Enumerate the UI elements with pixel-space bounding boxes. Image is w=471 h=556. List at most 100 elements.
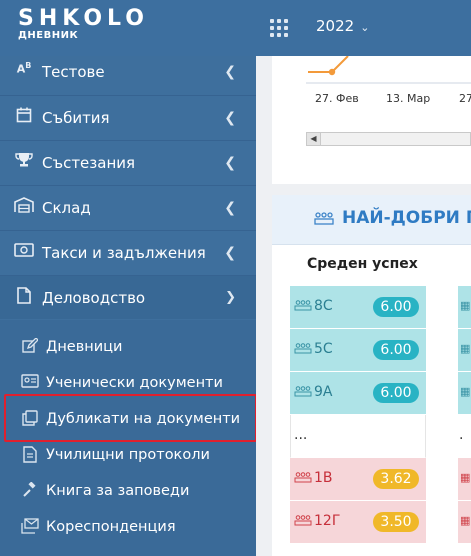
classroom-icon — [314, 210, 334, 230]
column-title: Среден успех — [307, 256, 418, 272]
chevron-left-icon: ❮ — [224, 64, 236, 80]
sidebar-item-records[interactable]: Деловодство ❯ — [0, 275, 256, 319]
logo[interactable]: SHKOLO ДНЕВНИК — [18, 6, 149, 41]
apps-grid-icon[interactable] — [270, 19, 288, 37]
year-selector[interactable]: 2022 ⌄ — [316, 17, 369, 35]
ab-icon: AB — [16, 61, 32, 76]
score-badge: 3.62 — [373, 469, 419, 489]
list-item[interactable]: 12Г 3.50 — [290, 501, 426, 544]
sidebar-item-tests[interactable]: AB Тестове ❮ — [0, 50, 256, 94]
sidebar: AB Тестове ❮ Събития ❮ Състезания ❮ Скла… — [0, 56, 256, 556]
sidebar-item-label: Такси и задължения — [42, 244, 206, 262]
main-content: 27. Фев 13. Мар 27 ◀ НАЙ-ДОБРИ П Среден … — [256, 56, 471, 556]
score-badge: 6.00 — [373, 383, 419, 403]
score-badge: 6.00 — [373, 340, 419, 360]
sidebar-item-label: Склад — [42, 199, 91, 217]
top-bar: SHKOLO ДНЕВНИК 2022 ⌄ — [0, 0, 471, 56]
submenu-item-label: Дневници — [46, 339, 123, 355]
classroom-icon: ▦ — [460, 299, 471, 312]
submenu-item-student-documents[interactable]: Ученически документи — [0, 366, 256, 400]
gavel-icon — [20, 481, 40, 500]
sidebar-item-label: Тестове — [42, 63, 105, 81]
x-tick-label: 13. Мар — [386, 92, 431, 105]
x-tick-label: 27 — [459, 92, 471, 105]
submenu-item-school-protocols[interactable]: Училищни протоколи — [0, 438, 256, 472]
submenu-item-label: Книга за заповеди — [46, 483, 190, 499]
scroll-left-icon[interactable]: ◀ — [307, 133, 321, 145]
envelopes-icon — [20, 518, 40, 536]
list-item-ellipsis: . — [458, 415, 471, 458]
year-label: 2022 — [316, 17, 355, 35]
classroom-icon: ▦ — [460, 342, 471, 355]
class-name: 5С — [314, 341, 333, 357]
x-tick-label: 27. Фев — [315, 92, 359, 105]
class-name: 1В — [314, 470, 333, 486]
sidebar-item-label: Събития — [42, 109, 110, 127]
classroom-icon: ▦ — [460, 471, 471, 484]
score-badge: 3.50 — [373, 512, 419, 532]
chevron-left-icon: ❮ — [224, 155, 236, 171]
copy-icon — [20, 410, 40, 428]
file-icon — [14, 287, 34, 307]
class-name: 8С — [314, 298, 333, 314]
class-name: 12Г — [314, 513, 341, 529]
list-item[interactable]: ▦ — [458, 501, 471, 544]
chart-card: 27. Фев 13. Мар 27 ◀ — [272, 56, 471, 184]
score-badge: 6.00 — [373, 297, 419, 317]
money-icon — [14, 242, 34, 262]
list-item-ellipsis: ... — [290, 415, 426, 458]
series-line — [331, 56, 349, 73]
classroom-icon — [294, 342, 312, 357]
edit-icon — [20, 337, 40, 356]
submenu-item-label: Кореспонденция — [46, 519, 176, 535]
trophy-icon — [14, 152, 34, 172]
id-card-icon — [20, 374, 40, 392]
card-header: НАЙ-ДОБРИ П — [272, 195, 471, 245]
sidebar-item-fees[interactable]: Такси и задължения ❮ — [0, 230, 256, 274]
submenu-item-journals[interactable]: Дневници — [0, 330, 256, 364]
list-item[interactable]: 5С 6.00 — [290, 329, 426, 372]
list-item[interactable]: ▦ — [458, 372, 471, 415]
submenu-item-label: Ученически документи — [46, 375, 223, 391]
warehouse-icon — [14, 197, 34, 217]
chart-scrollbar[interactable]: ◀ — [306, 132, 471, 146]
list-item[interactable]: ▦ — [458, 329, 471, 372]
submenu-item-order-book[interactable]: Книга за заповеди — [0, 474, 256, 508]
ellipsis-text: ... — [294, 427, 308, 443]
sidebar-item-competitions[interactable]: Състезания ❮ — [0, 140, 256, 184]
classroom-icon — [294, 299, 312, 314]
submenu-item-label: Училищни протоколи — [46, 447, 210, 463]
class-name: 9А — [314, 384, 333, 400]
list-item[interactable]: ▦ — [458, 458, 471, 501]
submenu-item-label: Дубликати на документи — [46, 411, 241, 427]
series-point — [328, 68, 336, 76]
line-chart — [306, 56, 471, 84]
file-lines-icon — [20, 446, 40, 464]
sidebar-item-label: Състезания — [42, 154, 136, 172]
ranking-list-secondary: ▦ ▦ ▦ . ▦ ▦ — [458, 286, 471, 544]
list-item[interactable]: 9А 6.00 — [290, 372, 426, 415]
best-classes-card: НАЙ-ДОБРИ П Среден успех 8С 6.00 5С 6.00 — [272, 195, 471, 556]
classroom-icon: ▦ — [460, 514, 471, 527]
list-item[interactable]: 1В 3.62 — [290, 458, 426, 501]
chevron-left-icon: ❮ — [224, 200, 236, 216]
classroom-icon — [294, 385, 312, 400]
chevron-left-icon: ❮ — [224, 110, 236, 126]
sidebar-item-label: Деловодство — [42, 289, 146, 307]
list-item[interactable]: ▦ — [458, 286, 471, 329]
chevron-down-icon: ❯ — [225, 290, 236, 305]
card-title: НАЙ-ДОБРИ П — [342, 208, 471, 228]
logo-text: SHKOLO — [18, 6, 149, 31]
classroom-icon: ▦ — [460, 385, 471, 398]
classroom-icon — [294, 471, 312, 486]
sidebar-item-events[interactable]: Събития ❮ — [0, 95, 256, 139]
classroom-icon — [294, 514, 312, 529]
ranking-list: 8С 6.00 5С 6.00 9А 6.00 ... 1В 3.62 12Г … — [290, 286, 426, 544]
submenu-item-document-duplicates[interactable]: Дубликати на документи — [0, 402, 256, 436]
submenu: Дневници Ученически документи Дубликати … — [0, 320, 256, 556]
submenu-item-correspondence[interactable]: Кореспонденция — [0, 510, 256, 544]
chevron-down-icon: ⌄ — [360, 21, 370, 34]
sidebar-item-warehouse[interactable]: Склад ❮ — [0, 185, 256, 229]
chevron-left-icon: ❮ — [224, 245, 236, 261]
list-item[interactable]: 8С 6.00 — [290, 286, 426, 329]
